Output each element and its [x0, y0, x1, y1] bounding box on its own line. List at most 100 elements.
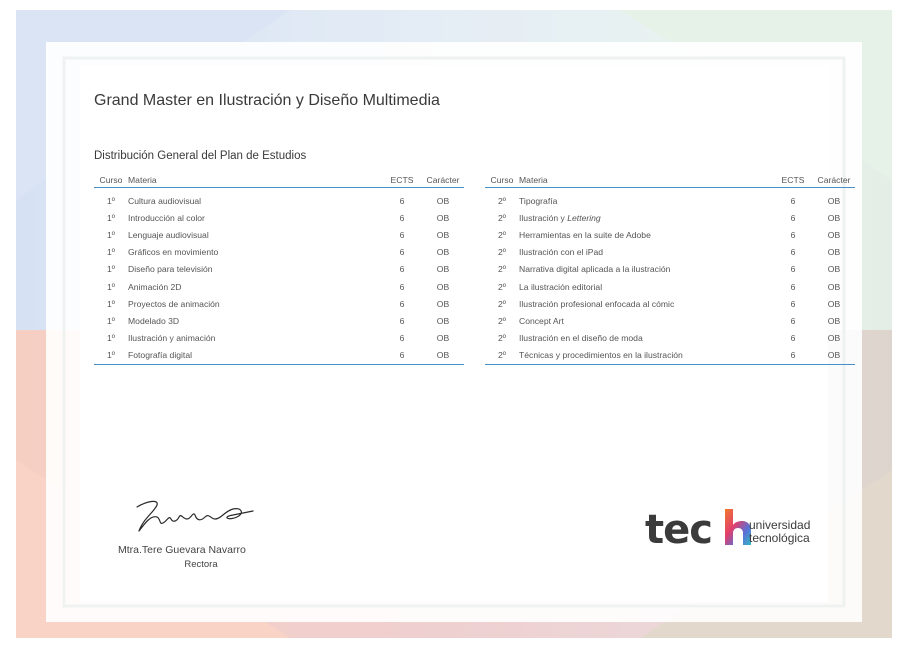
cell-caracter: OB	[827, 315, 841, 326]
table-row: 1º Cultura audiovisual 6 OB	[94, 188, 464, 210]
cell-caracter: OB	[420, 346, 464, 365]
table-row: 2º Ilustración en el diseño de moda 6 OB	[485, 330, 855, 347]
cell-materia: Herramientas en la suite de Adobe	[519, 229, 651, 240]
table-row: 1º Fotografía digital 6 OB	[94, 346, 464, 365]
table-row: 2º Tipografía 6 OB	[485, 188, 855, 210]
cell-caracter: OB	[827, 212, 841, 223]
table-row: 2º Ilustración y Lettering 6 OB	[485, 209, 855, 226]
handwritten-signature	[136, 500, 254, 532]
cell-materia-text: Tipografía	[519, 195, 558, 206]
cell-materia: Cultura audiovisual	[128, 195, 202, 206]
cell-ects: 6	[790, 333, 796, 344]
cell-materia-emphasis: Lettering	[567, 212, 601, 223]
table-header-row: Curso Materia ECTS Carácter	[485, 172, 855, 188]
cell-materia: Modelado 3D	[128, 315, 180, 326]
cell-materia: La ilustración editorial	[519, 281, 603, 292]
cell-materia: Introducción al color	[128, 212, 205, 223]
cell-materia: Animación 2D	[128, 281, 182, 292]
cell-materia: Gráficos en movimiento	[128, 247, 219, 258]
cell-curso: 1º	[94, 346, 126, 365]
cell-ects: 6	[399, 264, 405, 275]
cell-caracter: OB	[436, 229, 450, 240]
cell-ects: 6	[790, 298, 796, 309]
svg-text:tec: tec	[645, 507, 712, 551]
table-row: 1º Animación 2D 6 OB	[94, 278, 464, 295]
cell-caracter: OB	[827, 298, 841, 309]
cell-curso: 1º	[107, 298, 115, 309]
cell-caracter: OB	[436, 281, 450, 292]
cell-ects: 6	[790, 281, 796, 292]
cell-materia: Ilustración con el iPad	[519, 247, 604, 258]
cell-materia: Ilustración en el diseño de moda	[519, 333, 643, 344]
cell-caracter: OB	[811, 346, 855, 365]
signatory-role: Rectora	[184, 559, 218, 570]
cell-caracter: OB	[436, 212, 450, 223]
cell-materia: Lenguaje audiovisual	[128, 229, 209, 240]
cell-ects: 6	[399, 333, 405, 344]
cell-curso: 2º	[498, 195, 506, 206]
cell-materia: Técnicas y procedimientos en la ilustrac…	[517, 346, 773, 365]
cell-ects: 6	[399, 229, 405, 240]
column-header-materia: Materia	[126, 172, 382, 188]
cell-curso: 2º	[498, 247, 506, 258]
cell-materia: Ilustración y animación	[128, 333, 216, 344]
table-row: 1º Diseño para televisión 6 OB	[94, 261, 464, 278]
cell-curso: 2º	[498, 281, 506, 292]
cell-caracter: OB	[827, 247, 841, 258]
table-row: 2º Herramientas en la suite de Adobe 6 OB	[485, 226, 855, 243]
cell-caracter: OB	[436, 298, 450, 309]
cell-materia: Tipografía	[517, 188, 773, 210]
cell-ects: 6	[399, 298, 405, 309]
cell-ects: 6	[399, 212, 405, 223]
table-row: 1º Gráficos en movimiento 6 OB	[94, 244, 464, 261]
cell-ects: 6	[399, 247, 405, 258]
cell-caracter: OB	[827, 281, 841, 292]
cell-curso: 1º	[107, 212, 115, 223]
course-table-second-year: Curso Materia ECTS Carácter 2º Tipografía…	[485, 172, 855, 365]
table-row: 2º Ilustración con el iPad 6 OB	[485, 244, 855, 261]
column-header-curso: Curso	[94, 172, 126, 188]
cell-caracter: OB	[436, 333, 450, 344]
cell-materia: Narrativa digital aplicada a la ilustrac…	[519, 264, 671, 275]
cell-curso: 1º	[107, 333, 115, 344]
cell-ects: 6	[399, 195, 405, 206]
cell-caracter: OB	[827, 333, 841, 344]
cell-ects: 6	[790, 264, 796, 275]
cell-materia: Ilustración y Lettering	[517, 209, 773, 226]
cell-caracter: OB	[436, 195, 450, 206]
cell-materia: Fotografía digital	[126, 346, 382, 365]
cell-caracter: OB	[827, 195, 841, 206]
table-row: 2º Concept Art 6 OB	[485, 312, 855, 329]
column-header-materia: Materia	[517, 172, 773, 188]
cell-ects: 6	[773, 346, 811, 365]
column-header-ects: ECTS	[773, 172, 811, 188]
column-header-caracter: Carácter	[420, 172, 464, 188]
cell-caracter: OB	[827, 229, 841, 240]
cell-curso: 2º	[498, 298, 506, 309]
cell-ects: 6	[790, 212, 796, 223]
cell-caracter: OB	[827, 264, 841, 275]
table-row: 2º Narrativa digital aplicada a la ilustr…	[485, 261, 855, 278]
cell-curso: 2º	[498, 264, 506, 275]
cell-ects: 6	[790, 315, 796, 326]
table-row: 2º Técnicas y procedimientos en la ilustr…	[485, 346, 855, 365]
column-header-curso: Curso	[485, 172, 517, 188]
table-row: 1º Introducción al color 6 OB	[94, 209, 464, 226]
table-row: 1º Proyectos de animación 6 OB	[94, 295, 464, 312]
cell-curso: 2º	[498, 229, 506, 240]
column-header-ects: ECTS	[382, 172, 420, 188]
cell-materia: Diseño para televisión	[128, 264, 213, 275]
column-header-caracter: Carácter	[811, 172, 855, 188]
cell-caracter: OB	[436, 264, 450, 275]
cell-ects: 6	[790, 247, 796, 258]
cell-curso: 1º	[107, 229, 115, 240]
course-table-first-year: Curso Materia ECTS Carácter 1º Cultura au…	[94, 172, 464, 365]
signatory-name: Mtra.Tere Guevara Navarro	[118, 544, 246, 556]
cell-ects: 6	[399, 315, 405, 326]
cell-materia-text: Ilustración y	[519, 212, 568, 223]
cell-materia: Ilustración profesional enfocada al cómi…	[519, 298, 675, 309]
cell-caracter: OB	[436, 315, 450, 326]
table-row: 1º Lenguaje audiovisual 6 OB	[94, 226, 464, 243]
cell-ects: 6	[790, 229, 796, 240]
cell-curso: 2º	[485, 346, 517, 365]
